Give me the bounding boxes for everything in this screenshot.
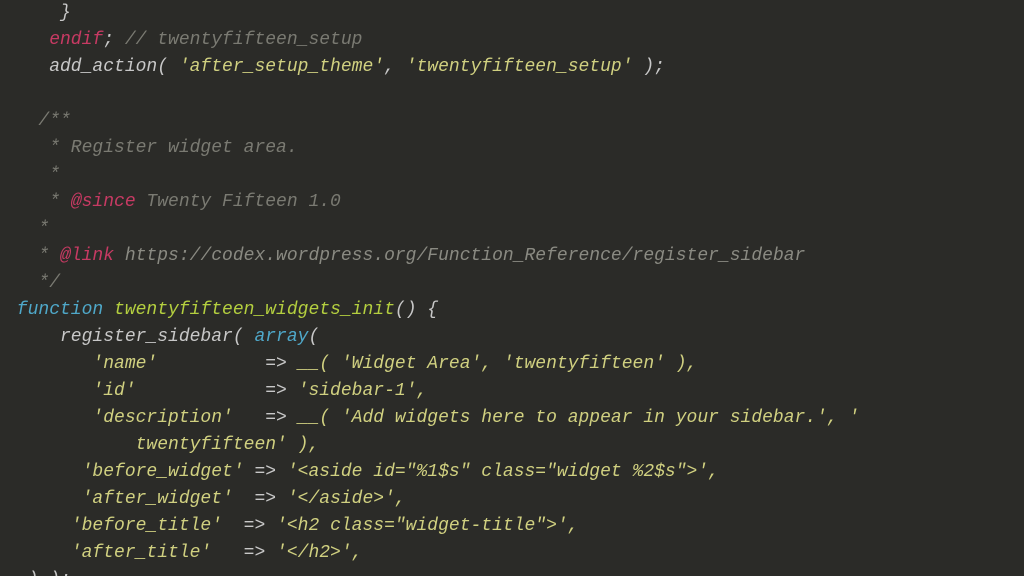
code-line: ) ); <box>6 570 71 576</box>
code-line: endif; // twentyfifteen_setup <box>6 30 362 50</box>
code-editor-viewport[interactable]: } endif; // twentyfifteen_setup add_acti… <box>0 0 1024 576</box>
code-line: 'id' => 'sidebar-1', <box>6 381 427 401</box>
code-line: * @since Twenty Fifteen 1.0 <box>6 192 341 212</box>
code-line: 'before_title' => '<h2 class="widget-tit… <box>6 516 579 536</box>
code-line: 'after_widget' => '</aside>', <box>6 489 406 509</box>
code-line: 'after_title' => '</h2>', <box>6 543 362 563</box>
code-line: * <box>6 219 49 239</box>
code-line: twentyfifteen' ), <box>6 435 319 455</box>
code-line: 'name' => __( 'Widget Area', 'twentyfift… <box>6 354 697 374</box>
code-line: 'description' => __( 'Add widgets here t… <box>6 408 859 428</box>
code-line: register_sidebar( array( <box>6 327 319 347</box>
code-line: */ <box>6 273 60 293</box>
code-line: } <box>6 3 71 23</box>
code-line: * @link https://codex.wordpress.org/Func… <box>6 246 805 266</box>
code-line: add_action( 'after_setup_theme', 'twenty… <box>6 57 665 77</box>
code-line: * Register widget area. <box>6 138 298 158</box>
code-line: * <box>6 165 60 185</box>
code-line: /** <box>6 111 71 131</box>
code-line: 'before_widget' => '<aside id="%1$s" cla… <box>6 462 719 482</box>
code-line: function twentyfifteen_widgets_init() { <box>6 300 438 320</box>
